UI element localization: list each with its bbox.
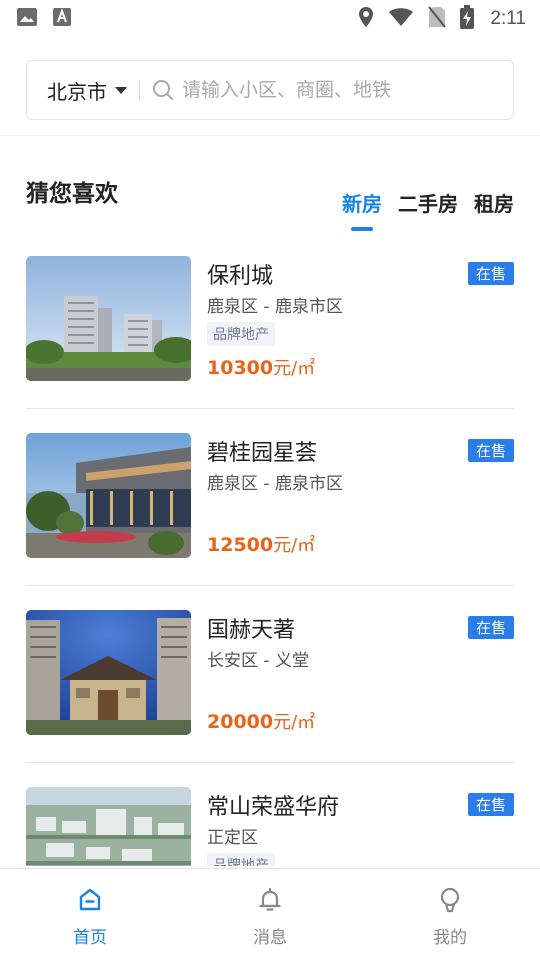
listing-photo: [26, 256, 191, 381]
gallery-icon: [16, 7, 38, 31]
status-left: [16, 7, 72, 31]
listing-area: 鹿泉区 - 鹿泉市区: [207, 474, 343, 494]
listing-photo: [26, 433, 191, 558]
listing-price: 12500元/㎡: [207, 531, 315, 557]
listing-card[interactable]: 保利城 鹿泉区 - 鹿泉市区 品牌地产 10300元/㎡ 在售: [26, 256, 514, 433]
tab-label: 二手房: [398, 192, 458, 216]
search-input[interactable]: [182, 79, 482, 101]
battery-charging-icon: [460, 5, 475, 33]
brand-tag: 品牌地产: [207, 853, 275, 866]
brand-tag: 品牌地产: [207, 322, 275, 346]
tab-rentals[interactable]: 租房: [474, 188, 514, 231]
profile-icon: [437, 887, 463, 917]
listing-area: 鹿泉区 - 鹿泉市区: [207, 297, 343, 317]
tab-new-homes[interactable]: 新房: [342, 188, 382, 231]
city-label: 北京市: [47, 79, 107, 104]
section-title: 猜您喜欢: [26, 181, 118, 207]
tab-second-hand[interactable]: 二手房: [398, 188, 458, 231]
price-unit: 元/㎡: [273, 712, 316, 733]
listing-name: 国赫天著: [207, 618, 296, 643]
listing-card[interactable]: 常山荣盛华府 正定区 品牌地产 在售: [26, 787, 514, 866]
tab-label: 新房: [342, 192, 382, 216]
home-icon: [77, 887, 103, 917]
listing-card[interactable]: 国赫天著 长安区 - 义堂 20000元/㎡ 在售: [26, 610, 514, 787]
status-badge: 在售: [467, 616, 514, 639]
bottom-nav: 首页 消息 我的: [0, 868, 540, 960]
status-badge: 在售: [467, 439, 514, 462]
category-tabs: 新房 二手房 租房: [342, 188, 514, 231]
city-selector[interactable]: 北京市: [27, 61, 127, 119]
location-icon: [358, 6, 374, 32]
search-icon: [152, 79, 174, 101]
price-value: 20000: [207, 711, 274, 733]
status-badge: 在售: [467, 793, 514, 816]
no-sim-icon: [428, 6, 447, 32]
search-divider: [139, 80, 140, 100]
card-divider: [26, 408, 514, 409]
tab-label: 租房: [474, 192, 514, 216]
listing-area: 正定区: [207, 828, 258, 848]
price-value: 10300: [207, 357, 274, 379]
listing-card[interactable]: 碧桂园星荟 鹿泉区 - 鹿泉市区 12500元/㎡ 在售: [26, 433, 514, 610]
listing-area: 长安区 - 义堂: [207, 651, 309, 671]
listing-price: 10300元/㎡: [207, 354, 315, 380]
listing-photo: [26, 610, 191, 735]
listing-list: 保利城 鹿泉区 - 鹿泉市区 品牌地产 10300元/㎡ 在售 碧桂园星荟 鹿泉…: [26, 256, 514, 866]
price-unit: 元/㎡: [273, 535, 316, 556]
nav-label: 消息: [253, 928, 287, 948]
listing-photo: [26, 787, 191, 866]
nav-label: 首页: [73, 928, 107, 948]
status-bar: 2:11: [0, 0, 540, 38]
text-recognition-icon: [52, 7, 72, 31]
caret-down-icon: [115, 86, 127, 94]
search-bar: 北京市: [26, 60, 514, 120]
card-divider: [26, 585, 514, 586]
status-time: 2:11: [490, 8, 526, 29]
bell-icon: [257, 887, 283, 917]
nav-home[interactable]: 首页: [0, 869, 180, 960]
listing-name: 碧桂园星荟: [207, 441, 318, 466]
listing-name: 常山荣盛华府: [207, 795, 340, 820]
price-unit: 元/㎡: [273, 358, 316, 379]
nav-profile[interactable]: 我的: [360, 869, 540, 960]
status-badge: 在售: [467, 262, 514, 285]
wifi-icon: [388, 7, 414, 31]
nav-messages[interactable]: 消息: [180, 869, 360, 960]
tab-active-indicator: [351, 227, 373, 231]
header-divider: [0, 135, 540, 136]
listing-price: 20000元/㎡: [207, 708, 315, 734]
price-value: 12500: [207, 534, 274, 556]
status-right: 2:11: [358, 5, 526, 33]
nav-label: 我的: [433, 928, 467, 948]
card-divider: [26, 762, 514, 763]
listing-name: 保利城: [207, 264, 274, 289]
